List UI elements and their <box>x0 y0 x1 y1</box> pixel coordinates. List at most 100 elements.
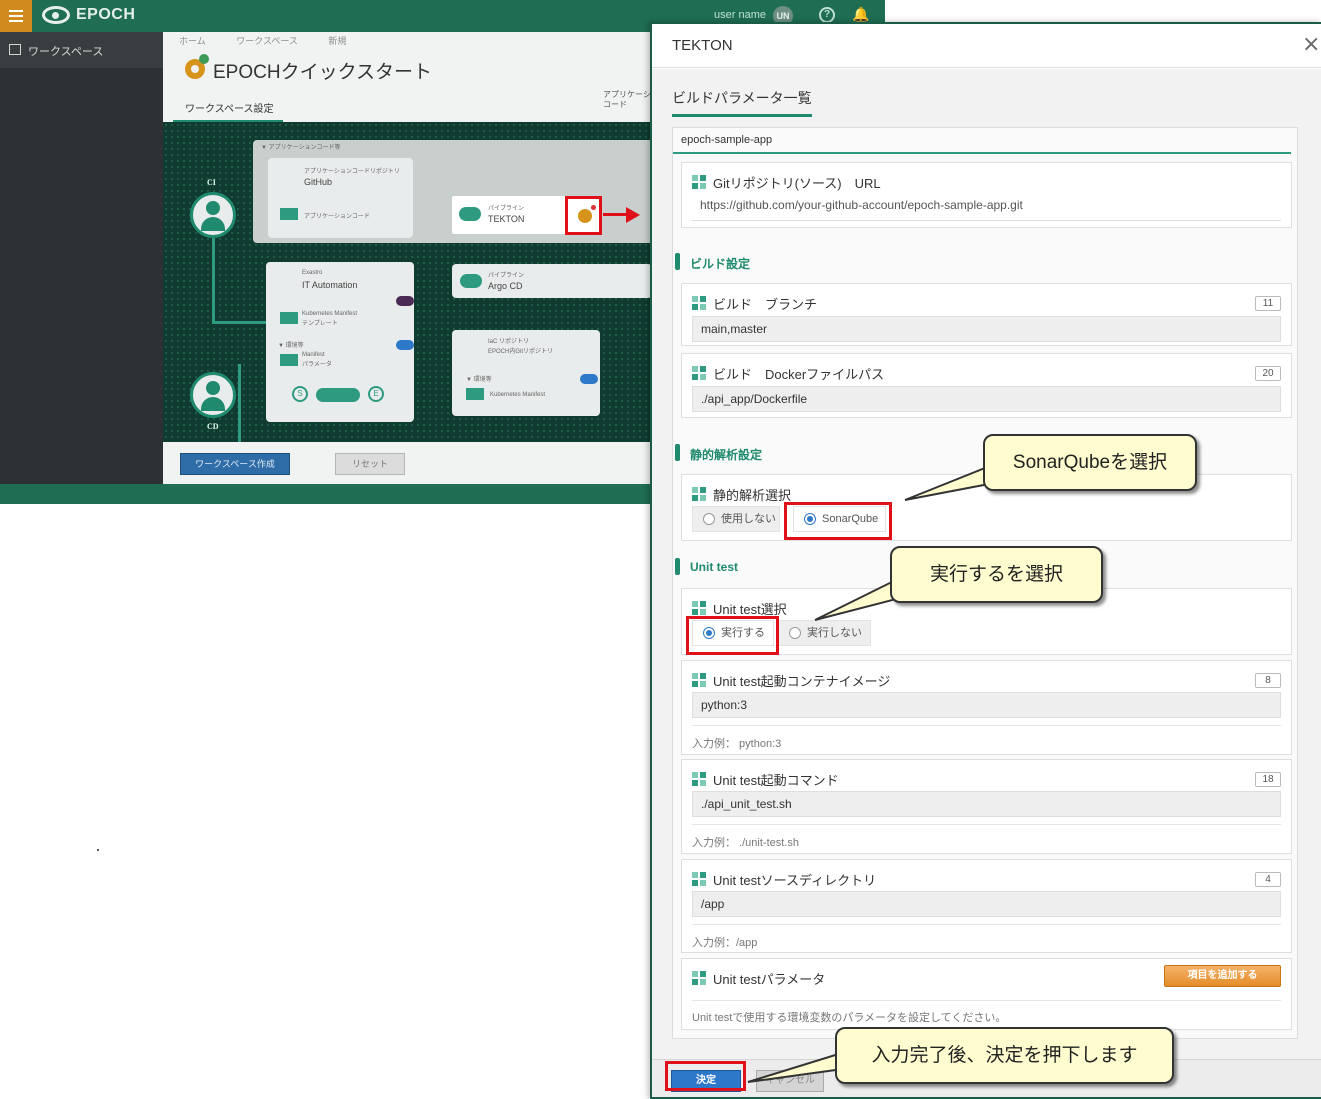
alert-dot-icon <box>591 205 596 210</box>
tab-application-code[interactable]: アプリケーシ コード <box>603 90 651 110</box>
add-badge-icon[interactable] <box>580 374 598 384</box>
group-label: ▼ アプリケーションコード等 <box>261 145 341 151</box>
pipeline-icon <box>460 274 482 288</box>
iac-repo-node[interactable]: IaC リポジトリ EPOCH内Gitリポジトリ ▼ 環境等 Kubernete… <box>452 330 600 416</box>
env-small-label: ▼ 環境等 <box>466 377 492 383</box>
hamburger-menu-icon[interactable] <box>0 0 32 32</box>
sidebar-item-label: ワークスペース <box>28 46 104 58</box>
breadcrumb-new: 新規 <box>328 36 347 46</box>
radio-circle-icon <box>789 627 801 639</box>
unit-dir-input[interactable]: /app <box>692 891 1281 917</box>
pipeline-icon <box>459 207 481 221</box>
tab-app-label-1: アプリケーシ <box>603 90 651 99</box>
connector-line <box>212 321 270 324</box>
workspace-icon <box>9 44 21 55</box>
cancel-button[interactable]: キャンセル <box>756 1070 824 1092</box>
tab-workspace-settings[interactable]: ワークスペース設定 <box>173 94 283 122</box>
divider <box>692 725 1281 726</box>
argocd-small-label: パイプライン <box>488 273 525 279</box>
sonarqube-highlight-box <box>784 502 892 540</box>
document-icon <box>466 388 484 400</box>
sidebar-item-workspace[interactable]: ワークスペース <box>0 32 163 68</box>
unit-image-label: Unit test起動コンテナイメージ <box>713 674 891 689</box>
argocd-label: Argo CD <box>488 281 523 291</box>
remove-badge-icon[interactable] <box>396 296 414 306</box>
exastro-small-label: Exastro <box>302 270 323 276</box>
radio-static-none[interactable]: 使用しない <box>692 506 780 532</box>
unit-params-hint: Unit testで使用する環境変数のパラメータを設定してください。 <box>692 1012 1007 1024</box>
build-branch-input[interactable]: main,master <box>692 316 1281 342</box>
reset-button[interactable]: リセット <box>335 453 405 475</box>
add-item-button[interactable]: 項目を追加する <box>1164 965 1281 987</box>
build-settings-heading: ビルド設定 <box>675 253 750 272</box>
char-counter: 11 <box>1255 296 1281 311</box>
add-badge-icon[interactable] <box>396 340 414 350</box>
cd-label: CD <box>207 422 219 431</box>
ci-label: CI <box>207 178 216 187</box>
pipeline-diagram: CI CD ▼ アプリケーションコード等 アプリケーションコードリポジトリ Gi… <box>163 122 653 442</box>
callout-sonarqube: SonarQubeを選択 <box>983 434 1197 491</box>
run-test-highlight-box <box>686 616 779 655</box>
divider <box>692 1000 1281 1001</box>
static-analysis-label: 静的解析選択 <box>713 488 792 503</box>
pipeline-icon <box>316 388 360 402</box>
tab-app-epoch-sample-app[interactable]: epoch-sample-app <box>681 134 772 146</box>
build-dockerfile-label: ビルド Dockerファイルパス <box>713 367 885 382</box>
help-icon[interactable]: ? <box>819 7 835 23</box>
tekton-node[interactable]: パイプライン TEKTON <box>452 196 568 234</box>
stray-dot <box>97 849 99 851</box>
unit-image-input[interactable]: python:3 <box>692 692 1281 718</box>
modal-header: TEKTON × <box>652 24 1321 68</box>
red-arrow-icon <box>603 213 628 216</box>
tab-build-parameters[interactable]: ビルドパラメータ一覧 <box>672 88 812 117</box>
ci-user-icon <box>190 192 236 238</box>
page-title: EPOCHクイックスタート <box>213 62 432 83</box>
sidebar: ワークスペース <box>0 32 163 484</box>
tab-underline <box>673 152 1291 154</box>
red-arrow-head-icon <box>626 207 640 223</box>
static-analysis-heading: 静的解析設定 <box>675 444 762 463</box>
manifest-param-label-1: Manifest <box>302 352 325 358</box>
user-name[interactable]: user name <box>714 9 766 21</box>
unit-params-label: Unit testパラメータ <box>713 972 826 987</box>
build-dockerfile-card: ビルド Dockerファイルパス 20 ./api_app/Dockerfile <box>681 353 1292 418</box>
create-workspace-button[interactable]: ワークスペース作成 <box>180 453 290 475</box>
unit-command-input[interactable]: ./api_unit_test.sh <box>692 791 1281 817</box>
document-icon <box>280 312 298 324</box>
git-url-label: Gitリポジトリ(ソース) URL <box>713 176 881 191</box>
tekton-settings-gear-highlight[interactable] <box>565 196 602 235</box>
divider <box>692 824 1281 825</box>
unit-dir-card: Unit testソースディレクトリ 4 /app 入力例：/app <box>681 859 1292 953</box>
char-counter: 20 <box>1255 366 1281 381</box>
git-url-value: https://github.com/your-github-account/e… <box>692 194 1281 221</box>
radio-label: 実行しない <box>807 627 862 639</box>
close-icon[interactable]: × <box>1302 34 1320 56</box>
field-grid-icon <box>692 872 706 886</box>
field-grid-icon <box>692 673 706 687</box>
unit-test-heading: Unit test <box>675 558 738 575</box>
repo-small-label: アプリケーションコードリポジトリ <box>304 169 400 175</box>
callout-submit: 入力完了後、決定を押下します <box>835 1027 1174 1084</box>
connector-line <box>212 238 215 324</box>
tekton-node-label: TEKTON <box>488 214 525 224</box>
gear-status-icon <box>199 54 209 64</box>
app-code-label: アプリケーションコード <box>304 214 370 220</box>
radio-unit-skip[interactable]: 実行しない <box>778 620 871 646</box>
github-node[interactable]: アプリケーションコードリポジトリ GitHub アプリケーションコード <box>268 158 413 238</box>
bell-icon[interactable]: 🔔 <box>852 7 869 23</box>
radio-label: 使用しない <box>721 513 776 525</box>
manifest-tpl-label-2: テンプレート <box>302 321 338 327</box>
k8s-manifest-label: Kubernetes Manifest <box>490 392 546 398</box>
build-dockerfile-input[interactable]: ./api_app/Dockerfile <box>692 386 1281 412</box>
field-grid-icon <box>692 487 706 501</box>
manifest-param-label-2: パラメータ <box>302 362 332 368</box>
char-counter: 18 <box>1255 772 1281 787</box>
argocd-node[interactable]: パイプライン Argo CD <box>452 264 652 298</box>
exastro-node[interactable]: Exastro IT Automation Kubernetes Manifes… <box>266 262 414 422</box>
field-grid-icon <box>692 366 706 380</box>
pipeline-small-label: パイプライン <box>488 206 525 212</box>
breadcrumb-workspace[interactable]: ワークスペース <box>236 36 298 46</box>
connector-line <box>238 364 241 442</box>
breadcrumb-home[interactable]: ホーム <box>179 36 206 46</box>
char-counter: 4 <box>1255 872 1281 887</box>
